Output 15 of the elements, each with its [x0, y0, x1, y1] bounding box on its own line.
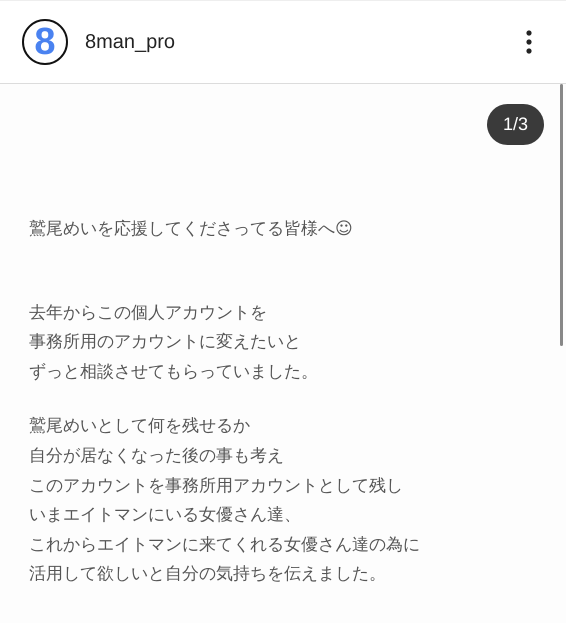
post-text-line: 活用して欲しいと自分の気持ちを伝えました。: [29, 563, 387, 586]
scrollbar[interactable]: [560, 84, 563, 346]
post-text-line: ずっと相談させてもらっていました。: [29, 360, 319, 384]
more-options-icon[interactable]: [526, 30, 532, 54]
post-text-line: 自分が居なくなった後の事も考え: [29, 444, 285, 468]
username[interactable]: 8man_pro: [85, 30, 526, 54]
slide-counter: 1/3: [486, 104, 544, 145]
post-text-line: このアカウントを事務所用アカウントとして残し: [29, 474, 404, 498]
post-text-line: 鷲尾めいとして何を残せるか: [29, 415, 251, 438]
post-text-line: これからエイトマンに来てくれる女優さん達の為に: [29, 534, 421, 557]
post-text-line: いまエイトマンにいる女優さん達、: [29, 504, 302, 528]
post-text-line: 事務所用のアカウントに変えたいと: [29, 331, 302, 354]
post-text-line: 鷲尾めいを応援してくださってる皆様へ☺: [29, 218, 354, 241]
account-avatar[interactable]: 8: [22, 19, 68, 65]
post-text-line: 去年からこの個人アカウントを: [29, 302, 268, 325]
